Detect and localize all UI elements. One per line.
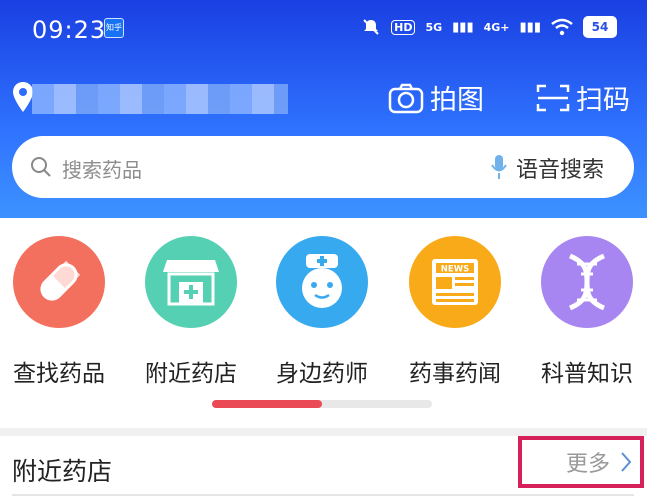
category-scroll-indicator	[212, 400, 432, 408]
location-row: 拍图 扫码	[0, 70, 647, 124]
pill-icon	[13, 236, 105, 328]
app-notification-badge: 知乎	[104, 18, 124, 38]
category-nearby-pharmacy[interactable]: 附近药店	[121, 236, 261, 388]
nearby-pharmacies-section: 附近药店 更多	[0, 436, 647, 500]
category-label: 药事药闻	[409, 361, 501, 387]
header: 09:23 知乎 HD 5G ▮▮▮ 4G+ ▮▮▮ 54 拍图 扫码 搜索药品…	[0, 0, 647, 218]
location-text-blurred[interactable]	[32, 84, 288, 114]
category-label: 科普知识	[541, 361, 633, 387]
signal-bars-icon: ▮▮▮	[452, 19, 474, 35]
svg-text:NEWS: NEWS	[441, 265, 469, 275]
more-label: 更多	[565, 452, 610, 477]
photo-label: 拍图	[430, 85, 484, 116]
category-label: 附近药店	[145, 361, 237, 387]
dna-icon	[541, 236, 633, 328]
section-divider	[0, 428, 647, 436]
wifi-icon	[551, 18, 573, 36]
section-title: 附近药店	[12, 457, 113, 486]
category-find-medicine[interactable]: 查找药品	[0, 236, 129, 388]
category-pharmacist[interactable]: 身边药师	[252, 236, 392, 388]
category-grid: 查找药品 附近药店 身边药师 NEWS 药事药闻 科普知识	[0, 218, 647, 428]
pharmacy-store-icon	[145, 236, 237, 328]
category-science-knowledge[interactable]: 科普知识	[517, 236, 647, 388]
voice-search-button[interactable]: 语音搜索	[516, 152, 604, 184]
signal-4g-icon: 4G+	[483, 20, 510, 34]
search-icon	[31, 157, 51, 177]
scan-icon	[536, 84, 570, 111]
camera-icon	[388, 83, 424, 113]
status-bar: 09:23 知乎 HD 5G ▮▮▮ 4G+ ▮▮▮ 54	[0, 0, 647, 58]
scan-label: 扫码	[576, 85, 630, 116]
mute-bell-icon	[363, 19, 379, 35]
search-bar[interactable]: 搜索药品 语音搜索	[12, 136, 634, 198]
battery-icon: 54	[583, 16, 617, 38]
scan-button[interactable]: 扫码	[536, 78, 630, 117]
category-label: 身边药师	[276, 361, 368, 387]
status-time: 09:23	[32, 16, 107, 44]
scroll-indicator-fill	[212, 400, 322, 408]
chevron-right-icon	[621, 452, 632, 472]
microphone-icon[interactable]	[491, 154, 507, 180]
hd-icon: HD	[391, 19, 416, 35]
section-underline	[12, 494, 634, 496]
photo-search-button[interactable]: 拍图	[388, 78, 484, 117]
news-icon: NEWS	[409, 236, 501, 328]
signal-5g-icon: 5G	[425, 20, 443, 34]
status-icons: HD 5G ▮▮▮ 4G+ ▮▮▮ 54	[361, 16, 617, 38]
pharmacist-icon	[276, 236, 368, 328]
category-pharmacy-news[interactable]: NEWS 药事药闻	[385, 236, 525, 388]
more-button[interactable]: 更多	[518, 436, 644, 488]
signal-bars-icon-2: ▮▮▮	[519, 19, 541, 35]
search-placeholder[interactable]: 搜索药品	[62, 154, 142, 183]
category-label: 查找药品	[13, 361, 105, 387]
